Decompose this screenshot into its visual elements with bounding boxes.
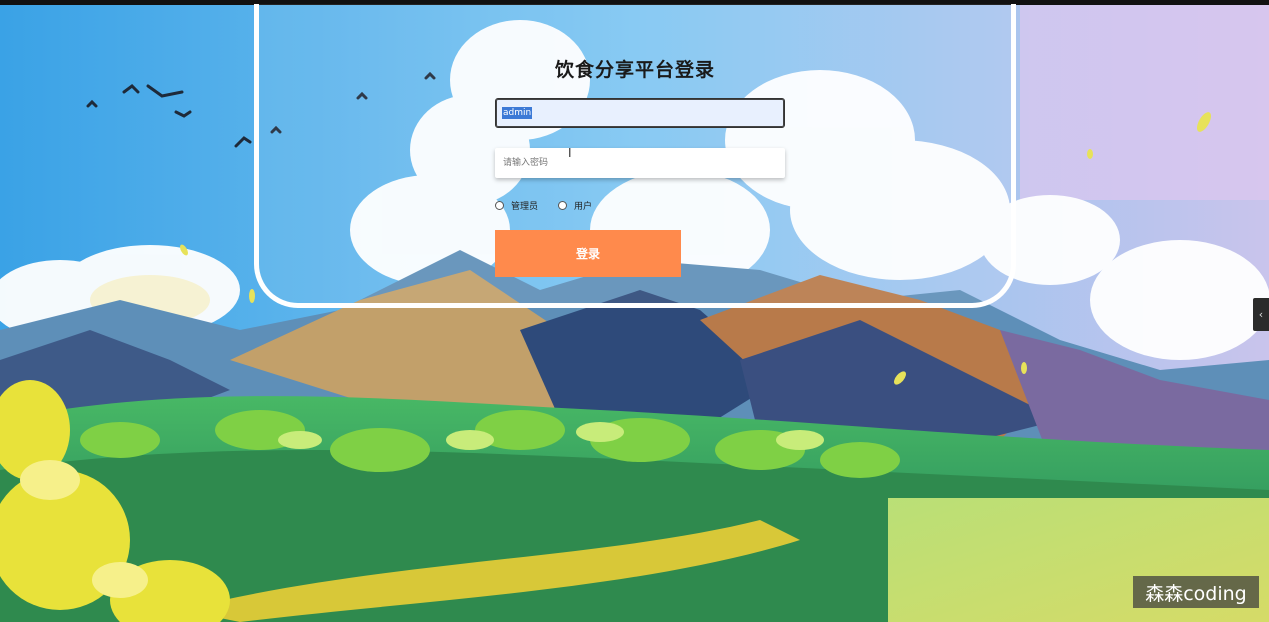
login-title: 饮食分享平台登录 (554, 59, 715, 81)
password-input[interactable] (495, 148, 785, 178)
radio-admin[interactable] (495, 201, 504, 210)
username-value: admin (502, 107, 533, 119)
text-cursor-icon: I (568, 146, 572, 160)
chevron-left-icon[interactable]: ‹ (1253, 298, 1269, 331)
login-page: 饮食分享平台登录 admin I 管理员 用户 登录 ‹ 森森coding (0, 0, 1269, 622)
radio-user[interactable] (558, 201, 568, 210)
login-button[interactable]: 登录 (495, 230, 681, 277)
username-input[interactable]: admin (495, 98, 785, 128)
role-selector: 管理员 用户 (495, 199, 612, 212)
login-card: 饮食分享平台登录 admin I 管理员 用户 登录 (254, 4, 1016, 308)
role-label-admin: 管理员 (511, 202, 539, 212)
role-label-user: 用户 (574, 202, 593, 212)
watermark: 森森coding (1133, 576, 1259, 608)
